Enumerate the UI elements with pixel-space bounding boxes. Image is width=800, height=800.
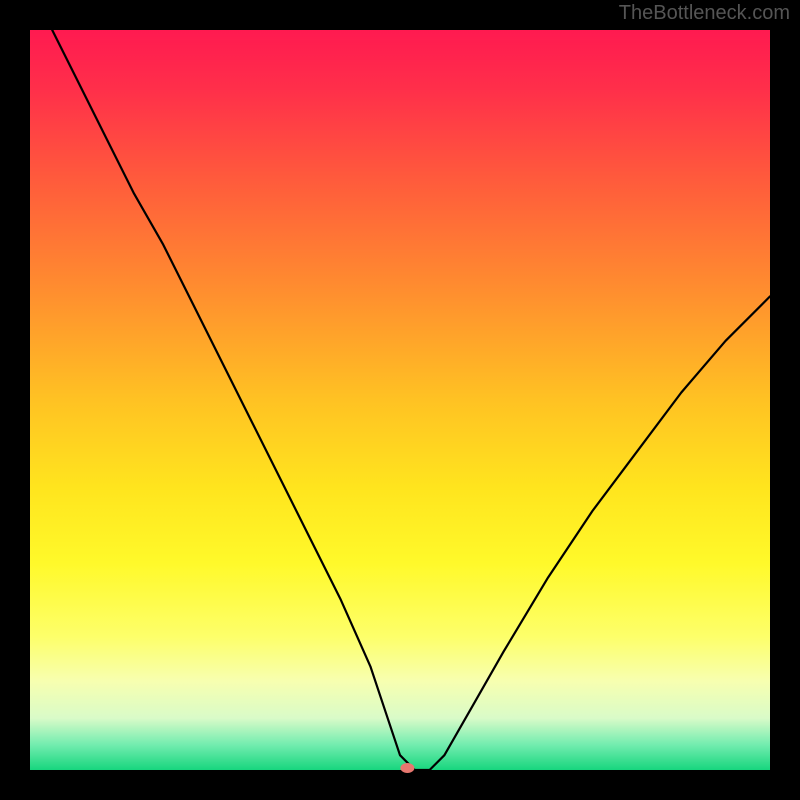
- chart-container: TheBottleneck.com: [0, 0, 800, 800]
- minimum-marker: [400, 763, 414, 773]
- watermark-text: TheBottleneck.com: [619, 2, 790, 25]
- bottleneck-chart: [0, 0, 800, 800]
